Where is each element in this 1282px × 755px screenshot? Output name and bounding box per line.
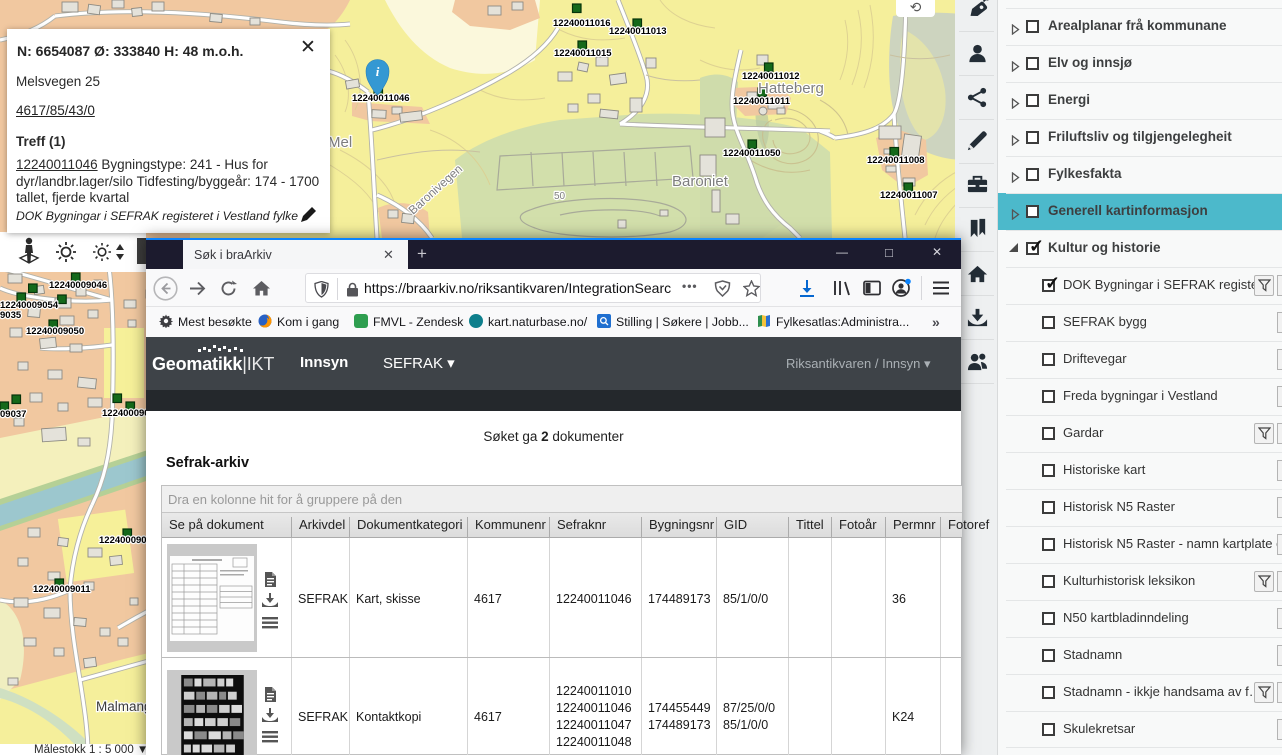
- svg-text:09037: 09037: [0, 409, 26, 420]
- svg-text:12240011013: 12240011013: [609, 26, 667, 37]
- svg-text:9035: 9035: [0, 310, 22, 321]
- svg-text:12240011011: 12240011011: [733, 96, 791, 107]
- svg-text:12240011015: 12240011015: [554, 48, 612, 59]
- svg-text:12240009011: 12240009011: [33, 584, 91, 595]
- svg-text:12240009046: 12240009046: [49, 280, 107, 291]
- svg-text:12240011016: 12240011016: [553, 18, 611, 29]
- svg-text:Baroniet: Baroniet: [672, 173, 729, 190]
- svg-text:122400090: 122400090: [102, 408, 150, 419]
- svg-text:i: i: [376, 64, 380, 79]
- svg-text:Mel: Mel: [328, 134, 352, 151]
- svg-text:12240011050: 12240011050: [723, 148, 781, 159]
- svg-text:12240011007: 12240011007: [880, 190, 938, 201]
- svg-text:Hatteberg: Hatteberg: [758, 80, 824, 97]
- svg-text:12240009050: 12240009050: [26, 326, 84, 337]
- svg-text:122400090: 122400090: [99, 535, 147, 546]
- svg-text:12240011046: 12240011046: [352, 93, 410, 104]
- svg-text:50: 50: [554, 191, 566, 202]
- svg-text:12240011008: 12240011008: [867, 155, 925, 166]
